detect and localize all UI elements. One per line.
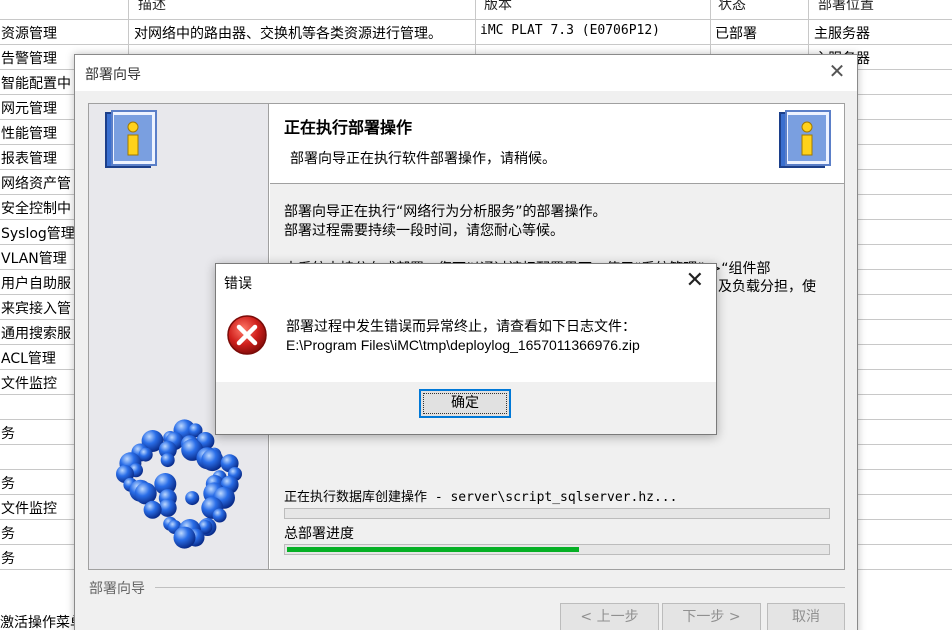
footer-divider <box>155 587 845 588</box>
prev-button[interactable]: < 上一步 <box>560 603 659 630</box>
cell-component-name: 网络资产管 <box>1 176 71 192</box>
cell-description: 对网络中的路由器、交换机等各类资源进行管理。 <box>134 26 442 42</box>
deploy-wait-line: 部署过程需要持续一段时间，请您耐心等候。 <box>284 223 564 239</box>
cell-component-name: 文件监控 <box>1 376 57 392</box>
error-log-path: E:\Program Files\iMC\tmp\deploylog_16570… <box>286 337 640 353</box>
error-icon <box>227 315 267 355</box>
deploy-status-line: 部署向导正在执行“网络行为分析服务”的部署操作。 <box>284 204 607 220</box>
wizard-step-title: 正在执行部署操作 <box>284 118 413 137</box>
cell-component-name: 性能管理 <box>1 126 57 142</box>
error-dialog: 错误 ✕ 部署过程中发生错误而异常终止，请查看如下日志文件： E:\Progra… <box>215 263 717 435</box>
info-book-icon <box>779 110 831 168</box>
overall-progress-fill <box>287 547 579 552</box>
overall-progress-label: 总部署进度 <box>284 526 354 542</box>
cell-component-name: 来宾接入管 <box>1 301 71 317</box>
ok-button-label: 确定 <box>451 395 479 411</box>
cell-component-name: 通用搜索服 <box>1 326 71 342</box>
ok-button[interactable]: 确定 <box>419 389 511 418</box>
cell-component-name: 告警管理 <box>1 51 57 67</box>
wizard-footer-label: 部署向导 <box>89 581 145 597</box>
table-header: 描述 版本 状态 部署位置 <box>0 0 952 20</box>
activate-menu-text: 激活操作菜单 <box>0 615 84 630</box>
cell-component-name: ACL管理 <box>1 351 56 367</box>
cell-component-name: 用户自助服 <box>1 276 71 292</box>
column-header-status[interactable]: 状态 <box>718 0 746 14</box>
next-button[interactable]: 下一步 > <box>662 603 761 630</box>
error-dialog-titlebar: 错误 ✕ <box>216 264 716 300</box>
cell-component-name: 务 <box>1 551 15 567</box>
cell-component-name: 资源管理 <box>1 26 57 42</box>
cell-component-name: 文件监控 <box>1 501 57 517</box>
error-dialog-title: 错误 <box>224 276 252 292</box>
wizard-title: 部署向导 <box>85 67 141 83</box>
wizard-step-subtitle: 部署向导正在执行软件部署操作，请稍候。 <box>290 151 556 167</box>
error-close-icon[interactable]: ✕ <box>686 269 704 293</box>
cell-component-name: 务 <box>1 476 15 492</box>
cell-component-name: VLAN管理 <box>1 251 67 267</box>
cell-component-name: 报表管理 <box>1 151 57 167</box>
cell-location: 主服务器 <box>814 26 870 42</box>
deploy-hint-tail: 及负载分担，使 <box>718 279 816 295</box>
info-book-icon <box>105 110 157 168</box>
wizard-close-icon[interactable]: ✕ <box>827 61 847 81</box>
current-operation-text: 正在执行数据库创建操作 - server\script_sqlserver.hz… <box>284 490 678 505</box>
table-row[interactable]: 资源管理 对网络中的路由器、交换机等各类资源进行管理。 iMC PLAT 7.3 (… <box>0 20 952 45</box>
wizard-titlebar: 部署向导 ✕ <box>75 55 857 91</box>
cell-component-name: 智能配置中 <box>1 76 71 92</box>
cell-component-name: 安全控制中 <box>1 201 71 217</box>
column-header-description[interactable]: 描述 <box>138 0 166 14</box>
cell-version: iMC PLAT 7.3 (E0706P12) <box>480 23 661 38</box>
cell-status: 已部署 <box>715 26 757 42</box>
error-dialog-body: 部署过程中发生错误而异常终止，请查看如下日志文件： E:\Program Fil… <box>216 300 716 382</box>
column-header-location[interactable]: 部署位置 <box>818 0 874 14</box>
column-header-version[interactable]: 版本 <box>484 0 512 14</box>
operation-progress-bar <box>284 508 830 519</box>
cell-component-name: 务 <box>1 426 15 442</box>
cancel-button[interactable]: 取消 <box>767 603 845 630</box>
cell-component-name: 网元管理 <box>1 101 57 117</box>
overall-progress-bar <box>284 544 830 555</box>
cell-component-name: Syslog管理 <box>1 226 75 242</box>
wizard-header: 正在执行部署操作 部署向导正在执行软件部署操作，请稍候。 <box>270 104 844 184</box>
cell-component-name: 务 <box>1 526 15 542</box>
error-message: 部署过程中发生错误而异常终止，请查看如下日志文件： <box>286 319 636 335</box>
